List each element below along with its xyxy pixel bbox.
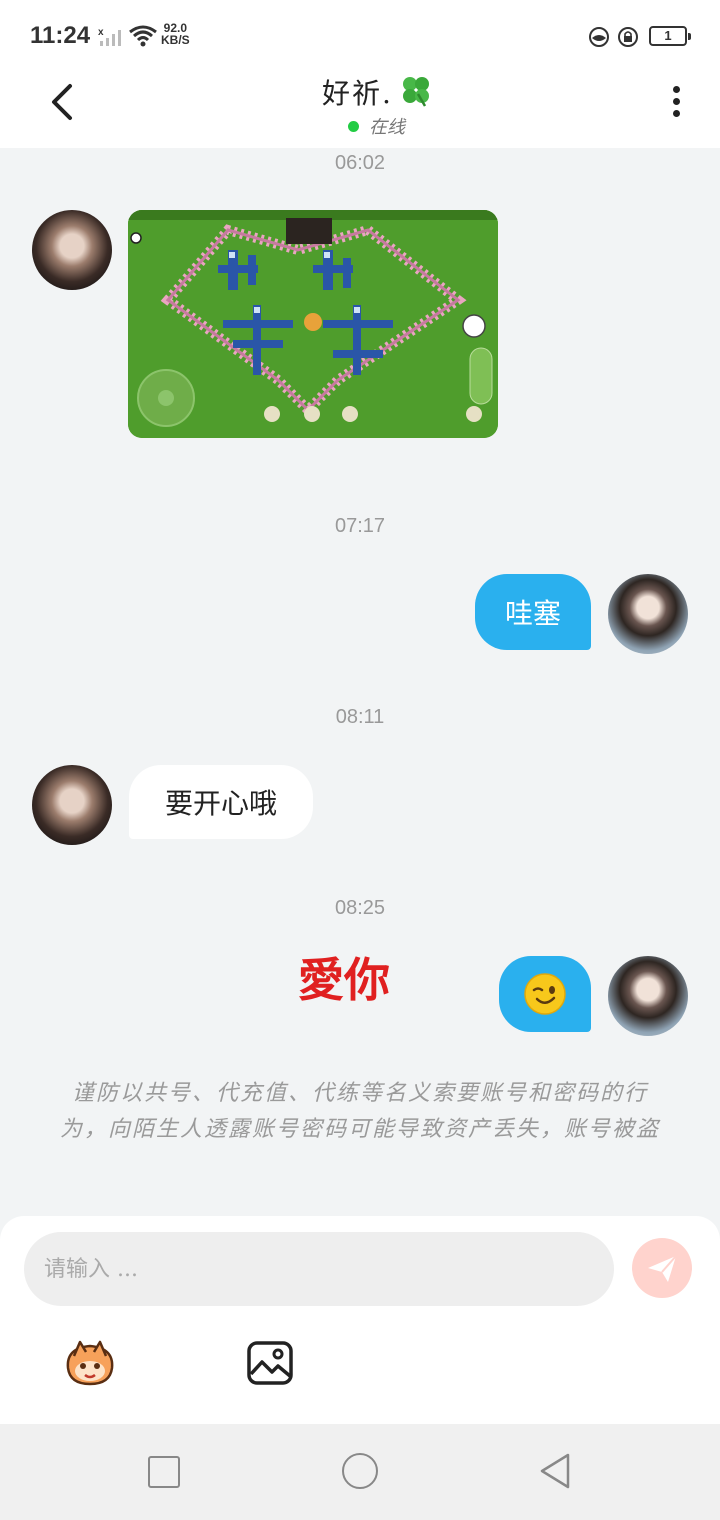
message-timestamp: 08:25 <box>334 897 386 919</box>
status-time: 11:24 <box>30 22 91 49</box>
contact-avatar[interactable] <box>32 765 112 845</box>
my-avatar[interactable] <box>608 956 688 1036</box>
recent-apps-button[interactable] <box>148 1456 180 1488</box>
contact-message-bubble[interactable]: 要开心哦 <box>129 765 313 839</box>
message-timestamp: 08:11 <box>335 706 385 728</box>
network-speed: 92.0 KB/S <box>161 22 190 46</box>
game-screenshot-image[interactable] <box>128 210 498 438</box>
contact-name: 好祈. <box>322 77 393 110</box>
security-notice: 谨防以共号、代充值、代练等名义索要账号和密码的行为，向陌生人透露账号密码可能导致… <box>60 1081 661 1142</box>
clover-icon <box>403 77 429 107</box>
input-panel <box>0 1216 720 1424</box>
svg-text:x: x <box>98 27 104 38</box>
online-status-text: 在线 <box>369 117 405 138</box>
my-emoji-bubble[interactable] <box>499 956 591 1032</box>
eye-comfort-icon <box>589 27 609 47</box>
wink-emoji-icon <box>524 973 566 1015</box>
message-input[interactable] <box>24 1232 614 1306</box>
chat-header: 好祈. 在线 <box>0 72 720 148</box>
nav-back-icon[interactable] <box>538 1452 572 1490</box>
my-message-bubble[interactable]: 哇塞 <box>475 574 591 650</box>
send-icon <box>648 1255 677 1282</box>
love-sticker-text: 愛你 <box>298 953 390 1007</box>
system-nav-bar <box>0 1424 720 1520</box>
contact-avatar[interactable] <box>32 210 112 290</box>
online-dot <box>348 120 359 132</box>
status-bar: 11:24 x 92.0 KB/S 1 <box>0 0 720 72</box>
emoji-sticker-icon[interactable] <box>60 1338 120 1388</box>
wifi-icon <box>129 25 157 47</box>
battery-icon: 1 <box>649 26 691 46</box>
online-status: 在线 <box>348 114 405 138</box>
message-timestamp: 06:02 <box>334 152 386 174</box>
send-button[interactable] <box>632 1238 692 1298</box>
message-timestamp: 07:17 <box>334 515 386 537</box>
back-arrow-icon[interactable] <box>44 80 84 124</box>
image-icon[interactable] <box>246 1340 294 1386</box>
home-button[interactable] <box>342 1453 378 1489</box>
my-avatar[interactable] <box>608 574 688 654</box>
more-options-icon[interactable] <box>668 82 684 122</box>
signal-icon: x <box>98 27 121 46</box>
speed-unit: KB/S <box>161 33 190 47</box>
rotation-lock-icon <box>618 27 638 47</box>
